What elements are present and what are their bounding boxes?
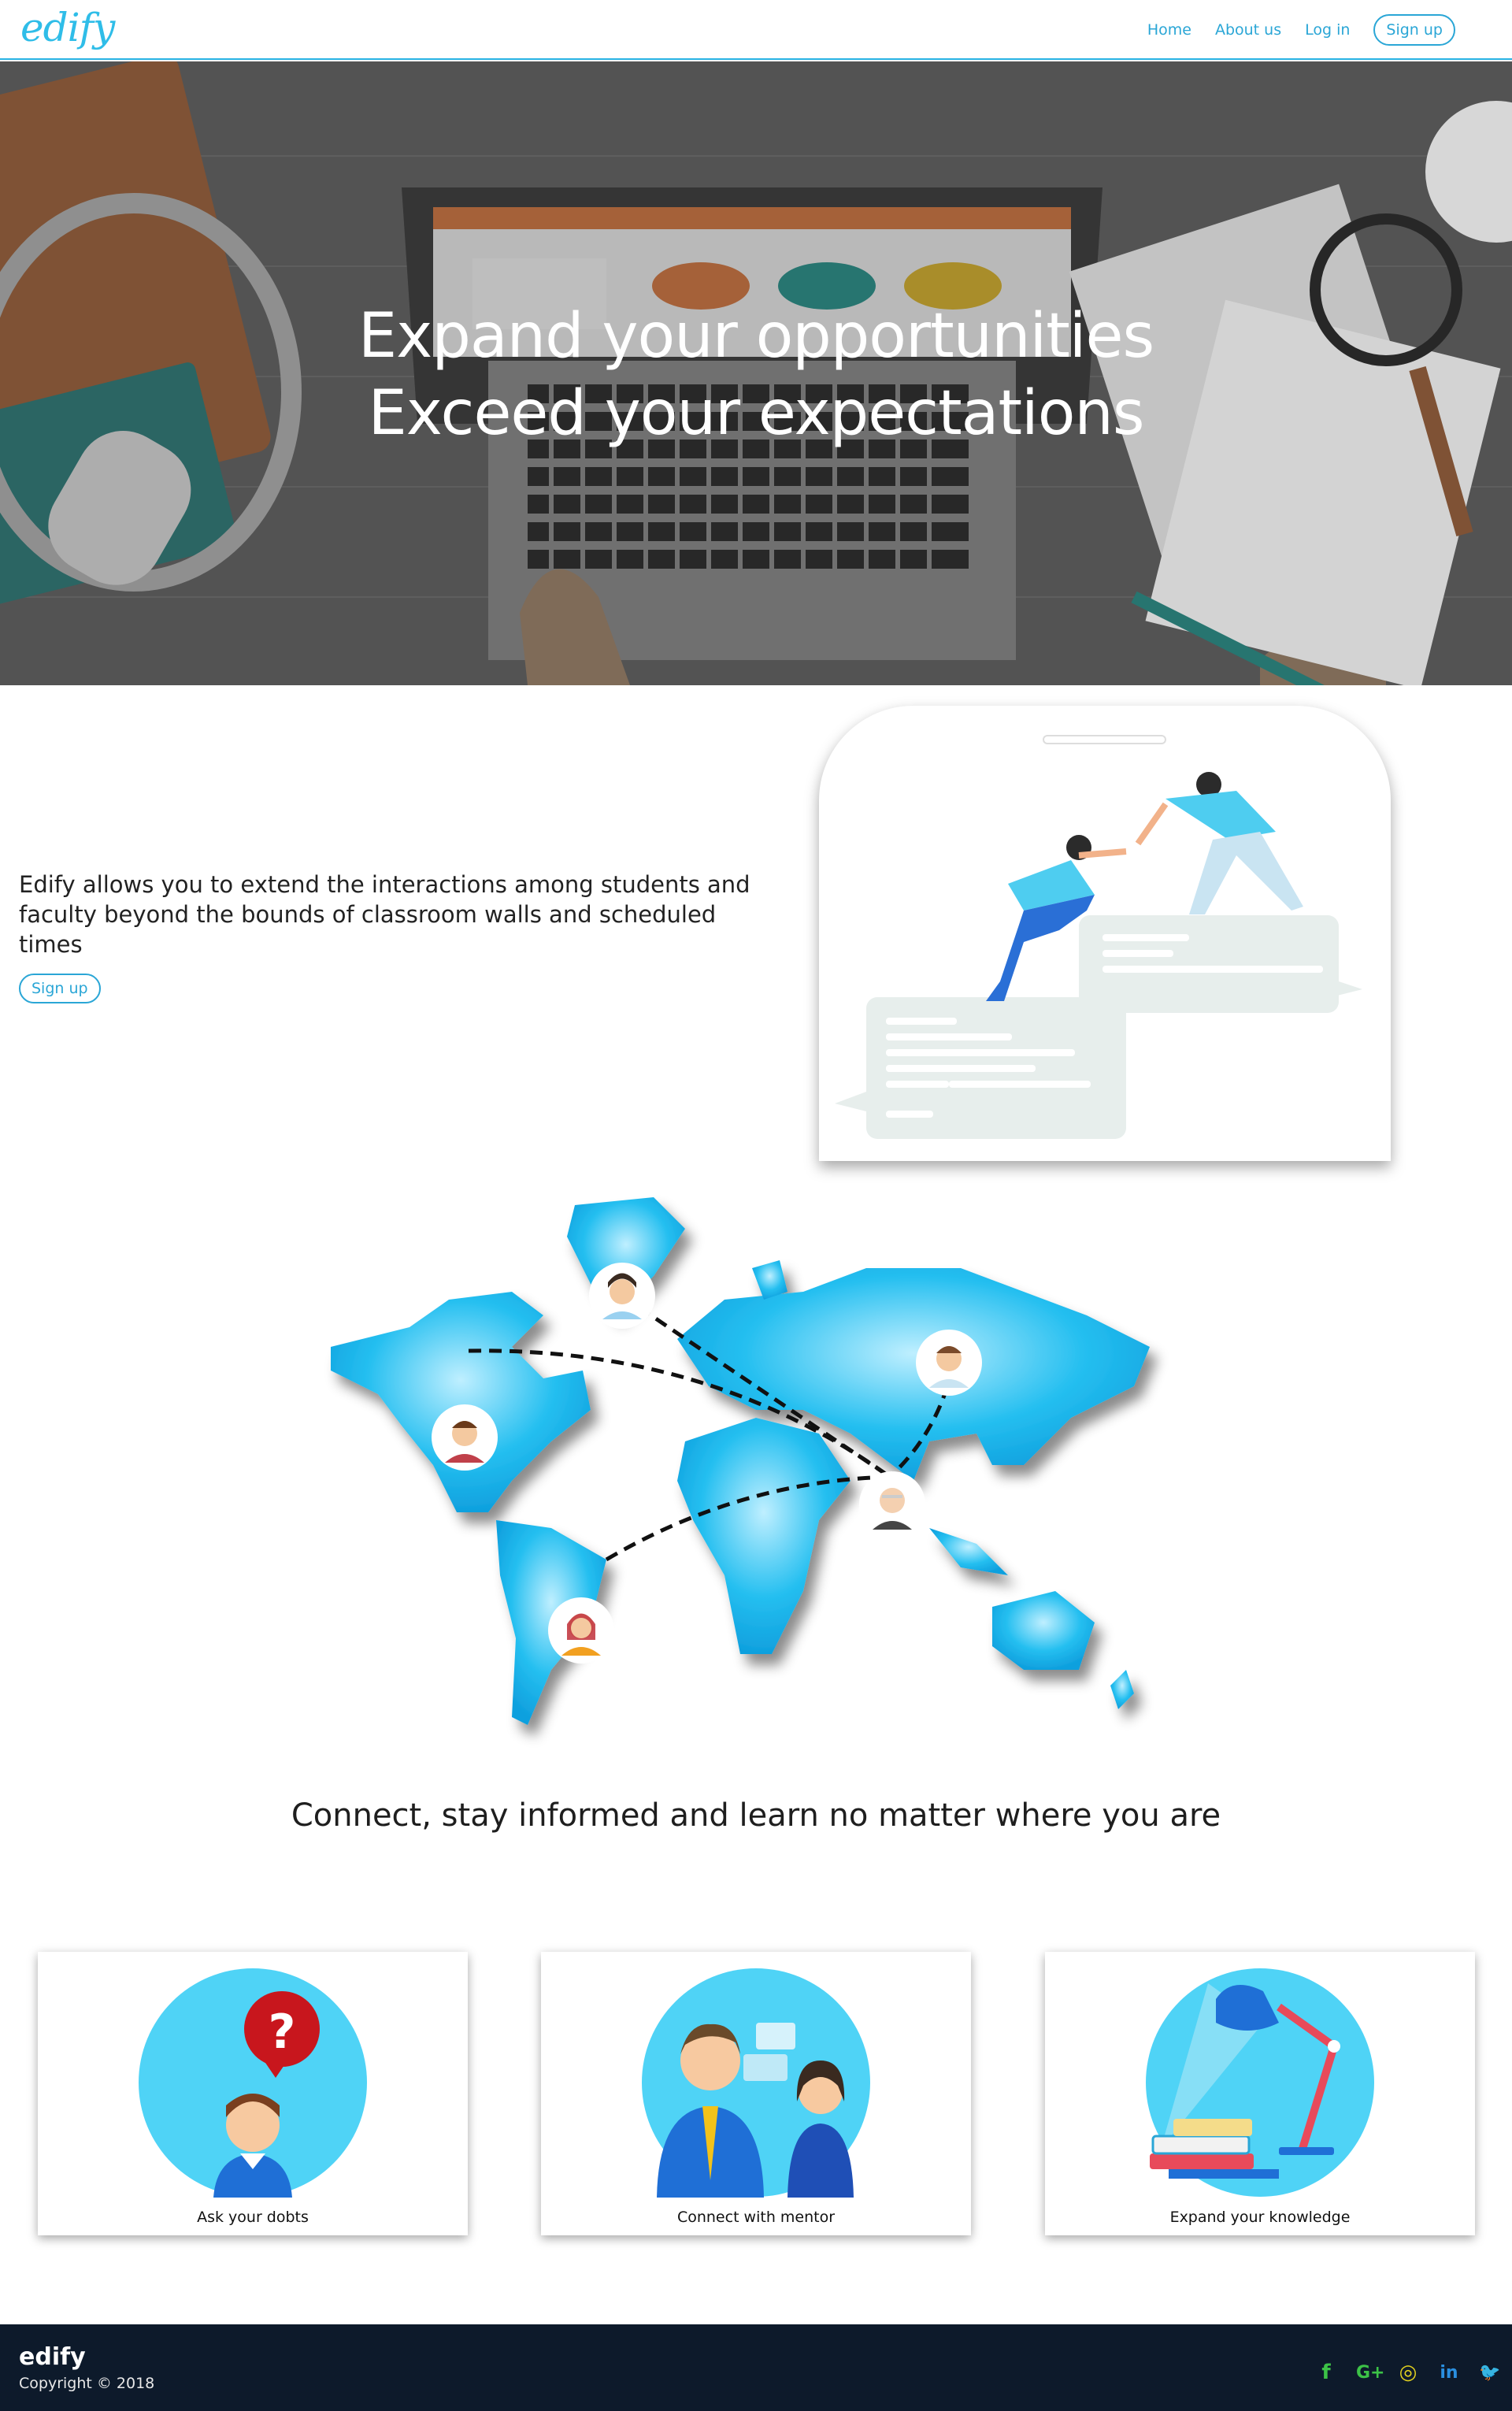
google-plus-icon[interactable]: G+ <box>1356 2363 1385 2383</box>
social-links: f G+ ◎ in 🐦 <box>1315 2361 1501 2384</box>
intro-description: Edify allows you to extend the interacti… <box>19 871 750 958</box>
hero-headline: Expand your opportunities Exceed your ex… <box>0 298 1512 452</box>
feature-label-connect-mentor: Connect with mentor <box>676 2209 836 2226</box>
nav-login-link[interactable]: Log in <box>1305 21 1350 39</box>
hero-line-2: Exceed your expectations <box>368 378 1144 449</box>
top-navbar: edify Home About us Log in Sign up <box>0 0 1512 60</box>
feature-label-expand-knowledge: Expand your knowledge <box>1169 2209 1351 2226</box>
nav-links: Home About us Log in Sign up <box>1147 14 1455 46</box>
footer: edify Copyright © 2018 f G+ ◎ in 🐦 <box>0 2324 1512 2411</box>
twitter-icon[interactable]: 🐦 <box>1479 2363 1501 2383</box>
connect-heading: Connect, stay informed and learn no matt… <box>291 1797 1221 1834</box>
mentor-chat-icon <box>642 1968 870 2198</box>
svg-text:?: ? <box>269 2005 296 2060</box>
phone-illustration <box>819 706 1391 1161</box>
footer-copyright: Copyright © 2018 <box>19 2375 155 2392</box>
nav-home-link[interactable]: Home <box>1147 21 1191 39</box>
feature-card-ask-doubts[interactable]: ? Ask your dobts <box>38 1952 468 2235</box>
feature-card-expand-knowledge[interactable]: Expand your knowledge <box>1045 1952 1475 2235</box>
world-map-illustration <box>331 1197 1150 1725</box>
hero-line-1: Expand your opportunities <box>358 301 1154 372</box>
edify-logo[interactable]: edify <box>20 5 115 50</box>
nav-signup-button[interactable]: Sign up <box>1373 14 1455 46</box>
intro-signup-button[interactable]: Sign up <box>19 974 101 1003</box>
linkedin-icon[interactable]: in <box>1438 2363 1460 2383</box>
question-avatar-icon: ? <box>139 1968 367 2198</box>
hero-banner: Expand your opportunities Exceed your ex… <box>0 61 1512 685</box>
instagram-icon[interactable]: ◎ <box>1397 2361 1419 2384</box>
footer-brand: edify <box>19 2343 86 2371</box>
feature-label-ask-doubts: Ask your dobts <box>197 2209 309 2226</box>
nav-about-link[interactable]: About us <box>1215 21 1281 39</box>
feature-card-connect-mentor[interactable]: Connect with mentor <box>541 1952 971 2235</box>
helping-hand-illustration <box>835 735 1362 1139</box>
facebook-icon[interactable]: f <box>1315 2361 1337 2384</box>
desk-lamp-books-icon <box>1146 1968 1374 2197</box>
